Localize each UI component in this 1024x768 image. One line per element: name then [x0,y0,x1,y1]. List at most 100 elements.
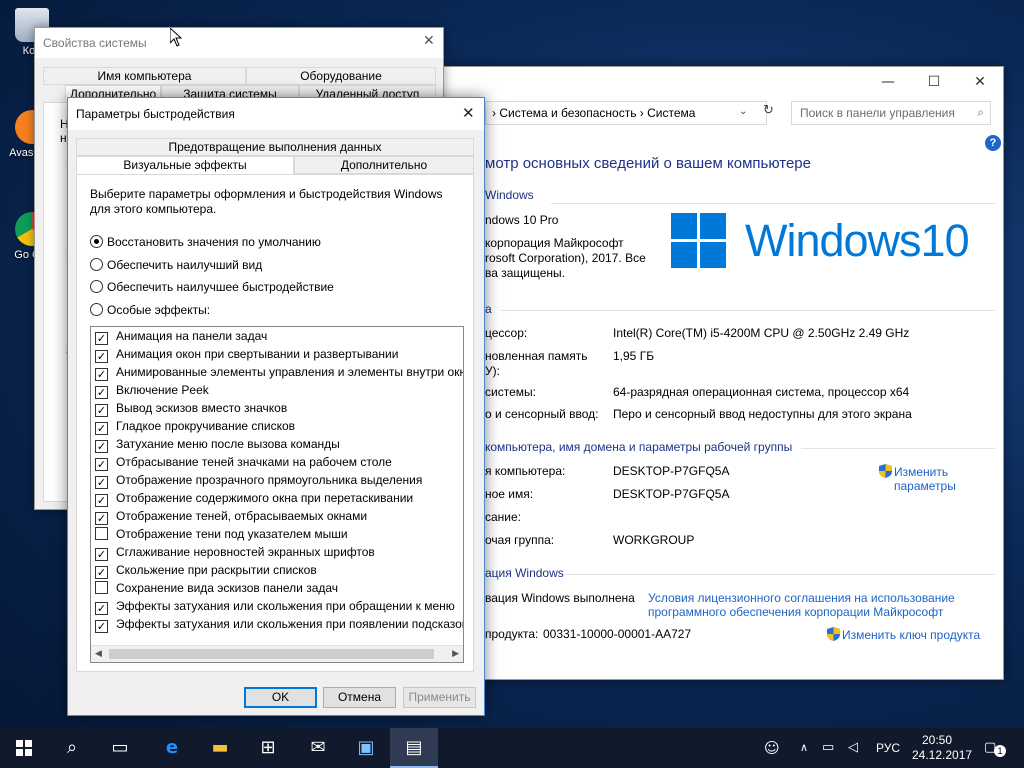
effect-checkbox-row[interactable]: ✓ Скольжение при раскрытии списков [91,561,463,579]
effect-checkbox-row[interactable]: ✓ Включение Peek [91,381,463,399]
clock[interactable]: 20:50 24.12.2017 [912,733,972,763]
apply-button[interactable]: Применить [403,687,476,708]
effect-checkbox-row[interactable]: ✓ Анимация окон при свертывании и разверт… [91,345,463,363]
text-fragment: н [60,131,67,145]
mail-button[interactable]: ✉ [294,728,342,768]
close-button[interactable]: ✕ [462,104,475,122]
store-button[interactable]: ⊞ [244,728,292,768]
close-button[interactable]: ✕ [957,67,1003,97]
effect-checkbox-row[interactable]: ✓ Анимация на панели задач [91,327,463,345]
checkbox-label: Анимация окон при свертывании и разверты… [116,347,399,361]
ok-button[interactable]: OK [244,687,317,708]
edge-button[interactable]: e [148,728,196,768]
close-button[interactable]: ✕ [423,33,435,49]
page-title: мотр основных сведений о вашем компьютер… [485,155,811,172]
checkbox[interactable]: ✓ [95,332,108,345]
tab-visual-effects[interactable]: Визуальные эффекты [76,156,294,176]
effect-checkbox-row[interactable]: ✓ Анимированные элементы управления и эле… [91,363,463,381]
explorer-button[interactable]: ▬ [196,728,244,768]
radio-indicator[interactable] [90,303,103,316]
address-dropdown-icon[interactable]: ⌄ [739,106,747,117]
performance-dialog-titlebar[interactable]: Параметры быстродействия ✕ [68,98,484,130]
tab-advanced[interactable]: Дополнительно [294,156,474,174]
uac-shield-icon [827,627,840,641]
maximize-button[interactable]: ☐ [911,67,957,97]
checkbox[interactable]: ✓ [95,386,108,399]
breadcrumb-chevron-icon: › [636,106,648,120]
checkbox[interactable]: ✓ [95,350,108,363]
cancel-button[interactable]: Отмена [323,687,396,708]
checkbox[interactable]: ✓ [95,368,108,381]
tab-hardware[interactable]: Оборудование [246,67,436,85]
radio-option[interactable]: Обеспечить наилучшее быстродействие [90,280,334,294]
effect-checkbox-row[interactable]: ✓ Вывод эскизов вместо значков [91,399,463,417]
radio-option[interactable]: Обеспечить наилучший вид [90,258,262,272]
effect-checkbox-row[interactable]: Отображение тени под указателем мыши [91,525,463,543]
radio-option[interactable]: Восстановить значения по умолчанию [90,235,321,249]
effect-checkbox-row[interactable]: ✓ Отображение содержимого окна при перета… [91,489,463,507]
change-settings-link[interactable]: Изменить параметры [879,464,956,493]
effect-checkbox-row[interactable]: ✓ Отбрасывание теней значками на рабочем … [91,453,463,471]
tab-dep[interactable]: Предотвращение выполнения данных [76,138,474,156]
control-panel-button[interactable]: ▣ [342,728,390,768]
horizontal-scrollbar[interactable]: ◀ ▶ [91,645,463,662]
radio-indicator[interactable] [90,258,103,271]
people-icon[interactable]: ☺ [764,728,780,768]
tray-chevron-icon[interactable]: ∧ [800,728,808,768]
product-key-value: 00331-10000-00001-AA727 [543,627,692,641]
refresh-icon[interactable]: ↻ [763,103,774,118]
effect-checkbox-row[interactable]: ✓ Сглаживание неровностей экранных шрифто… [91,543,463,561]
search-taskbar-button[interactable]: ⌕ [48,728,96,768]
checkbox[interactable]: ✓ [95,620,108,633]
scroll-right-icon[interactable]: ▶ [452,648,459,659]
checkbox[interactable]: ✓ [95,476,108,489]
change-key-link[interactable]: Изменить ключ продукта [827,627,980,642]
checkbox[interactable]: ✓ [95,404,108,417]
windows-start-icon [16,740,32,756]
system-window-titlebar[interactable]: — ☐ ✕ [441,67,1003,97]
volume-icon[interactable]: ◁ [848,728,858,768]
windows-logo-text: Windows10 [745,215,970,266]
effect-checkbox-row[interactable]: ✓ Эффекты затухания или скольжения при об… [91,597,463,615]
breadcrumb-item[interactable]: Система и безопасность [499,106,636,120]
checkbox[interactable]: ✓ [95,494,108,507]
checkbox[interactable] [95,527,108,540]
address-bar[interactable]: › Система и безопасность › Система [485,101,767,125]
license-link-text: Условия лицензионного соглашения на испо… [648,591,955,605]
effect-checkbox-row[interactable]: ✓ Затухание меню после вызова команды [91,435,463,453]
checkbox[interactable]: ✓ [95,440,108,453]
license-link[interactable]: Условия лицензионного соглашения на испо… [648,591,955,619]
checkbox[interactable]: ✓ [95,548,108,561]
effect-checkbox-row[interactable]: ✓ Эффекты затухания или скольжения при по… [91,615,463,633]
checkbox[interactable]: ✓ [95,602,108,615]
system-properties-titlebar[interactable]: Свойства системы ✕ [35,28,443,58]
effect-checkbox-row[interactable]: ✓ Отображение теней, отбрасываемых окнами [91,507,463,525]
checkbox[interactable]: ✓ [95,458,108,471]
help-icon[interactable]: ? [985,135,1001,151]
checkbox-label: Отображение тени под указателем мыши [116,527,348,541]
effect-checkbox-row[interactable]: ✓ Отображение прозрачного прямоугольника … [91,471,463,489]
system-type-label: системы: [485,385,536,399]
radio-option[interactable]: Особые эффекты: [90,303,210,317]
divider [801,448,995,449]
start-button[interactable] [0,728,48,768]
breadcrumb-item[interactable]: Система [647,106,695,120]
radio-indicator[interactable] [90,280,103,293]
tab-computer-name[interactable]: Имя компьютера [43,67,246,85]
system-properties-taskbar-button[interactable]: ▤ [390,728,438,768]
effect-checkbox-row[interactable]: Сохранение вида эскизов панели задач [91,579,463,597]
scroll-thumb[interactable] [109,649,434,659]
checkbox[interactable]: ✓ [95,422,108,435]
effect-checkbox-row[interactable]: ✓ Гладкое прокручивание списков [91,417,463,435]
scroll-left-icon[interactable]: ◀ [95,648,102,659]
checkbox[interactable]: ✓ [95,566,108,579]
checkbox[interactable] [95,581,108,594]
section-edition: Windows [485,188,534,202]
minimize-button[interactable]: — [865,67,911,97]
language-indicator[interactable]: РУС [876,728,900,768]
checkbox[interactable]: ✓ [95,512,108,525]
task-view-button[interactable]: ▭ [96,728,144,768]
search-input[interactable]: Поиск в панели управления ⌕ [791,101,991,125]
radio-indicator[interactable] [90,235,103,248]
network-icon[interactable]: ▭ [822,728,834,768]
